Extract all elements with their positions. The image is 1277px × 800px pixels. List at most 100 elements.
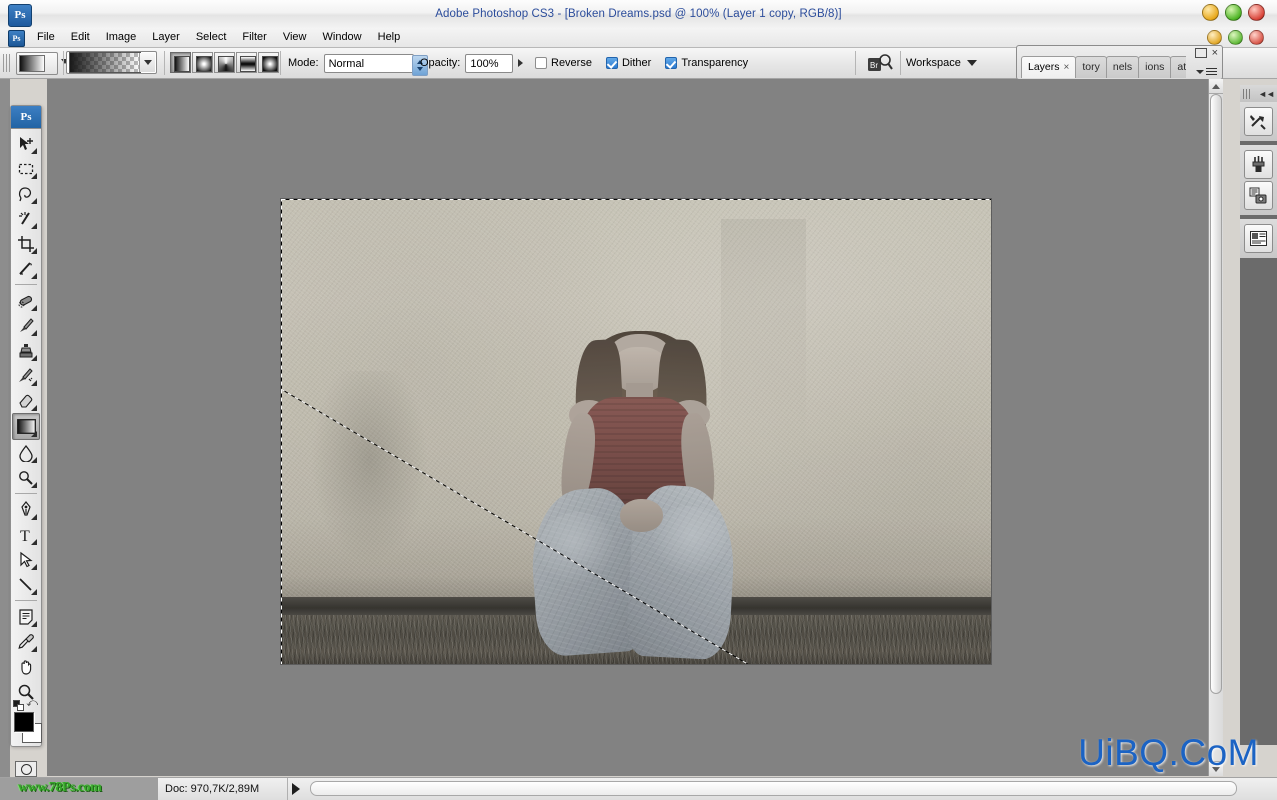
options-divider-3: [280, 51, 281, 75]
clone-source-panel-icon[interactable]: [1244, 181, 1273, 210]
gradient-type-buttons: [170, 52, 280, 73]
toolbox-header[interactable]: Ps: [11, 106, 41, 129]
tab-paths[interactable]: aths: [1170, 56, 1186, 78]
status-popup-arrow-icon[interactable]: [292, 783, 300, 795]
layer-comps-panel-icon[interactable]: [1244, 224, 1273, 253]
overlay-watermark: UiBQ.CoM: [1078, 732, 1259, 773]
lasso-tool[interactable]: [13, 181, 39, 206]
expand-dock-icon[interactable]: ◄◄: [1258, 89, 1275, 99]
tab-history[interactable]: tory: [1075, 56, 1107, 78]
clone-stamp-tool[interactable]: [13, 338, 39, 363]
workspace-button[interactable]: Workspace: [906, 48, 977, 78]
right-dock-header[interactable]: ◄◄: [1240, 85, 1277, 102]
menu-app-icon[interactable]: Ps: [8, 30, 25, 47]
rectangular-marquee-tool[interactable]: [13, 156, 39, 181]
menu-filter[interactable]: Filter: [234, 28, 274, 47]
tab-layers-label: Layers: [1028, 61, 1060, 73]
tab-layers[interactable]: Layers ×: [1021, 56, 1077, 78]
tool-preset-picker[interactable]: [16, 52, 58, 75]
menu-layer[interactable]: Layer: [144, 28, 188, 47]
palette-close-icon[interactable]: ×: [1212, 47, 1218, 58]
transparency-label: Transparency: [681, 57, 749, 69]
type-tool[interactable]: T: [13, 522, 39, 547]
reflected-gradient-button[interactable]: [236, 52, 257, 73]
menu-view[interactable]: View: [275, 28, 315, 47]
document-window: [280, 198, 995, 668]
options-bar-grip[interactable]: [3, 54, 10, 72]
eyedropper-tool[interactable]: [13, 629, 39, 654]
document-close-button[interactable]: [1249, 30, 1264, 45]
menu-select[interactable]: Select: [188, 28, 235, 47]
linear-gradient-button[interactable]: [170, 52, 191, 73]
blend-mode-select[interactable]: Normal: [323, 53, 428, 76]
menu-image[interactable]: Image: [98, 28, 145, 47]
tab-layers-close-icon[interactable]: ×: [1064, 62, 1070, 73]
reverse-checkbox-group[interactable]: Reverse: [535, 57, 592, 69]
tab-actions[interactable]: ions: [1138, 56, 1172, 78]
hand-tool[interactable]: [13, 654, 39, 679]
opacity-slider-arrow-icon[interactable]: [518, 59, 524, 67]
maximize-button[interactable]: [1225, 4, 1242, 21]
svg-text:Br: Br: [870, 61, 878, 70]
palette-menu-button[interactable]: [1196, 68, 1217, 76]
opacity-input[interactable]: 100%: [465, 53, 514, 73]
default-colors-icon[interactable]: [13, 698, 24, 711]
menu-help[interactable]: Help: [370, 28, 409, 47]
radial-gradient-button[interactable]: [192, 52, 213, 73]
dither-checkbox[interactable]: [605, 57, 618, 69]
image-canvas[interactable]: [280, 198, 992, 665]
opacity-value: 100%: [470, 57, 499, 70]
dither-checkbox-group[interactable]: Dither: [605, 57, 652, 69]
palette-tab-strip: Layers × tory nels ions aths: [1021, 56, 1186, 78]
diamond-gradient-button[interactable]: [258, 52, 279, 73]
horizontal-scrollbar[interactable]: [310, 781, 1237, 796]
document-maximize-button[interactable]: [1228, 30, 1243, 45]
foreground-color-swatch[interactable]: [14, 712, 34, 732]
dither-label: Dither: [621, 57, 652, 69]
close-button[interactable]: [1248, 4, 1265, 21]
crop-tool[interactable]: [13, 231, 39, 256]
options-divider-2: [164, 51, 165, 75]
gradient-tool[interactable]: [12, 413, 40, 440]
palette-minimize-icon[interactable]: [1194, 48, 1207, 58]
brushes-panel-icon[interactable]: [1244, 150, 1273, 179]
line-tool[interactable]: [13, 572, 39, 597]
gradient-chevron-down-icon[interactable]: [139, 53, 155, 72]
notes-tool[interactable]: [13, 604, 39, 629]
dodge-tool[interactable]: [13, 465, 39, 490]
move-tool[interactable]: [13, 131, 39, 156]
minimize-button[interactable]: [1202, 4, 1219, 21]
brush-tool[interactable]: [13, 313, 39, 338]
path-selection-tool[interactable]: [13, 547, 39, 572]
vertical-scrollbar[interactable]: [1208, 79, 1223, 776]
bridge-icon: Br: [868, 53, 893, 71]
document-window-controls[interactable]: [1207, 30, 1264, 45]
eraser-tool[interactable]: [13, 388, 39, 413]
gradient-preset-picker[interactable]: [66, 51, 157, 74]
blur-tool[interactable]: [13, 440, 39, 465]
canvas-pane[interactable]: [47, 79, 1209, 776]
slice-tool[interactable]: [13, 256, 39, 281]
menu-edit[interactable]: Edit: [63, 28, 98, 47]
reverse-checkbox[interactable]: [535, 57, 547, 69]
go-to-bridge-button[interactable]: Br: [866, 52, 894, 73]
menu-window[interactable]: Window: [315, 28, 370, 47]
tool-presets-panel-icon[interactable]: [1244, 107, 1273, 136]
swap-colors-icon[interactable]: ⤺: [26, 697, 38, 710]
desaturation-overlay: [281, 199, 991, 664]
magic-wand-tool[interactable]: [13, 206, 39, 231]
pen-tool[interactable]: [13, 497, 39, 522]
document-minimize-button[interactable]: [1207, 30, 1222, 45]
transparency-checkbox-group[interactable]: Transparency: [665, 57, 748, 69]
history-brush-tool[interactable]: [13, 363, 39, 388]
tab-channels[interactable]: nels: [1105, 56, 1140, 78]
vertical-scroll-thumb[interactable]: [1210, 94, 1222, 694]
transparency-checkbox[interactable]: [665, 57, 678, 69]
healing-brush-tool[interactable]: [13, 288, 39, 313]
menu-file[interactable]: File: [29, 28, 63, 47]
scroll-up-button[interactable]: [1209, 79, 1223, 94]
document-size-info: Doc: 970,7K/2,89M: [165, 778, 288, 800]
angle-gradient-button[interactable]: [214, 52, 235, 73]
window-controls[interactable]: [1202, 4, 1265, 21]
status-bar: www.78Ps.com Doc: 970,7K/2,89M: [0, 777, 1277, 800]
